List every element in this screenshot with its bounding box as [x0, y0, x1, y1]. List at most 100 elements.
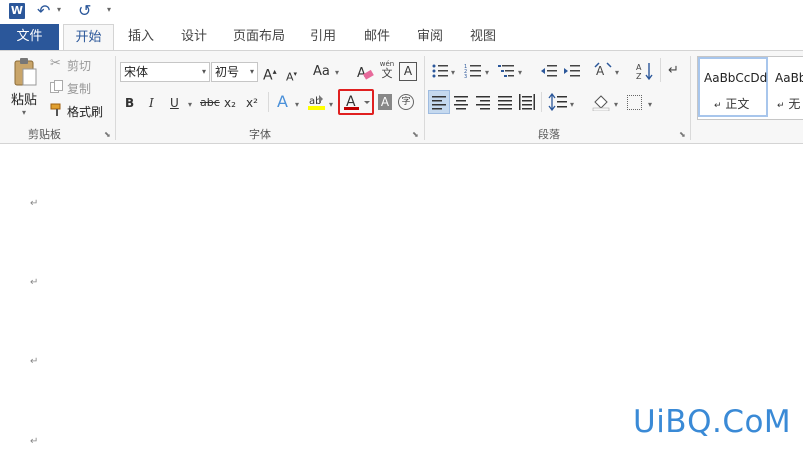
- tab-mailings[interactable]: 邮件: [356, 24, 398, 50]
- customize-qat-icon[interactable]: ▾: [107, 5, 111, 14]
- align-center-icon[interactable]: [453, 95, 469, 111]
- bullets-dropdown-icon[interactable]: ▾: [451, 68, 455, 77]
- bold-button[interactable]: B: [125, 94, 134, 112]
- svg-text:Z: Z: [636, 72, 642, 81]
- format-painter-button[interactable]: 格式刷: [67, 103, 103, 120]
- sort-icon[interactable]: AZ: [636, 61, 654, 81]
- justify-icon[interactable]: [497, 95, 513, 111]
- tab-design[interactable]: 设计: [173, 24, 215, 50]
- chevron-down-icon[interactable]: ▾: [250, 63, 254, 81]
- show-marks-icon[interactable]: ↵: [668, 63, 679, 78]
- numbering-dropdown-icon[interactable]: ▾: [485, 68, 489, 77]
- change-case-dropdown-icon[interactable]: ▾: [335, 68, 339, 77]
- chinese-layout-dropdown-icon[interactable]: ▾: [615, 68, 619, 77]
- tab-insert[interactable]: 插入: [120, 24, 162, 50]
- align-left-button[interactable]: [428, 90, 450, 114]
- svg-text:A: A: [636, 63, 642, 72]
- multilevel-dropdown-icon[interactable]: ▾: [518, 68, 522, 77]
- cut-icon[interactable]: ✂: [50, 56, 61, 71]
- distributed-icon[interactable]: [518, 93, 536, 111]
- chinese-layout-icon[interactable]: A: [594, 62, 614, 80]
- paragraph-mark: ↵: [30, 198, 39, 209]
- group-separator: [115, 56, 116, 140]
- tab-view[interactable]: 视图: [462, 24, 504, 50]
- line-spacing-icon[interactable]: [548, 92, 568, 112]
- tab-references[interactable]: 引用: [302, 24, 344, 50]
- clipboard-launcher-icon[interactable]: ⬊: [104, 130, 111, 139]
- shading-dropdown-icon[interactable]: ▾: [614, 100, 618, 109]
- numbering-icon[interactable]: 123: [464, 62, 482, 80]
- style-name: ↵ 无: [777, 97, 801, 111]
- font-color-button[interactable]: A: [338, 89, 374, 115]
- font-size-combo[interactable]: 初号 ▾: [211, 62, 258, 82]
- bullets-icon[interactable]: [431, 62, 449, 80]
- text-effects-dropdown-icon[interactable]: ▾: [295, 100, 299, 109]
- redo-icon[interactable]: ↺: [78, 1, 91, 21]
- underline-dropdown-icon[interactable]: ▾: [188, 100, 192, 109]
- borders-icon[interactable]: [627, 95, 642, 110]
- style-no-spacing[interactable]: AaBb ↵ 无: [771, 57, 803, 117]
- highlight-color-icon[interactable]: ab: [307, 92, 327, 112]
- separator: [660, 58, 661, 82]
- group-separator: [690, 56, 691, 140]
- svg-text:A: A: [596, 64, 605, 78]
- font-name-combo[interactable]: 宋体 ▾: [120, 62, 210, 82]
- shading-icon[interactable]: [592, 93, 612, 112]
- style-normal[interactable]: AaBbCcDd ↵ 正文: [698, 57, 768, 117]
- group-separator: [424, 56, 425, 140]
- style-name: ↵ 正文: [714, 97, 750, 111]
- phonetic-bottom: 文: [381, 67, 393, 80]
- paste-button[interactable]: 粘贴: [11, 89, 37, 108]
- copy-icon[interactable]: [50, 80, 63, 93]
- style-preview: AaBbCcDd: [704, 71, 768, 85]
- paste-dropdown-icon[interactable]: ▾: [22, 108, 26, 117]
- align-right-icon[interactable]: [475, 95, 491, 111]
- font-group-label: 字体: [249, 128, 271, 141]
- underline-button[interactable]: U: [170, 94, 179, 112]
- clear-formatting-icon[interactable]: A: [356, 63, 374, 81]
- character-border-button[interactable]: A: [399, 62, 417, 81]
- cut-button[interactable]: 剪切: [67, 57, 91, 74]
- font-name-value: 宋体: [124, 65, 149, 79]
- highlight-dropdown-icon[interactable]: ▾: [329, 100, 333, 109]
- change-case-button[interactable]: Aa: [313, 63, 330, 81]
- superscript-button[interactable]: x²: [246, 94, 258, 112]
- tab-home[interactable]: 开始: [63, 24, 114, 51]
- svg-text:3: 3: [464, 74, 467, 80]
- subscript-button[interactable]: x₂: [224, 94, 236, 112]
- undo-dropdown-icon[interactable]: ▾: [57, 5, 61, 14]
- strikethrough-button[interactable]: abc: [200, 94, 220, 112]
- clipboard-group-label: 剪贴板: [28, 128, 61, 141]
- tab-review[interactable]: 审阅: [409, 24, 451, 50]
- undo-icon[interactable]: ↶: [37, 1, 50, 21]
- decrease-indent-icon[interactable]: [540, 63, 558, 79]
- copy-button[interactable]: 复制: [67, 80, 91, 97]
- separator: [268, 92, 269, 112]
- title-bar: [0, 0, 803, 24]
- format-painter-icon[interactable]: [50, 103, 64, 117]
- paragraph-launcher-icon[interactable]: ⬊: [679, 130, 686, 139]
- font-launcher-icon[interactable]: ⬊: [412, 130, 419, 139]
- paragraph-mark: ↵: [30, 356, 39, 367]
- font-size-value: 初号: [215, 65, 240, 79]
- shrink-font-button[interactable]: A▾: [286, 65, 297, 87]
- paragraph-mark: ↵: [30, 436, 39, 447]
- phonetic-guide-button[interactable]: wén 文: [378, 59, 396, 79]
- word-app-icon[interactable]: W: [9, 3, 25, 19]
- separator: [541, 92, 542, 112]
- tab-file[interactable]: 文件: [0, 24, 59, 50]
- character-shading-button[interactable]: A: [378, 94, 392, 110]
- style-preview: AaBb: [775, 71, 803, 85]
- clipboard-icon[interactable]: [12, 57, 38, 87]
- paragraph-group-label: 段落: [538, 128, 560, 141]
- multilevel-list-icon[interactable]: [497, 62, 515, 80]
- text-effects-button[interactable]: A: [277, 93, 288, 111]
- line-spacing-dropdown-icon[interactable]: ▾: [570, 100, 574, 109]
- borders-dropdown-icon[interactable]: ▾: [648, 100, 652, 109]
- tab-page-layout[interactable]: 页面布局: [228, 24, 290, 50]
- chevron-down-icon[interactable]: ▾: [202, 63, 206, 81]
- grow-font-button[interactable]: A▴: [263, 63, 277, 85]
- enclose-characters-button[interactable]: 字: [398, 94, 414, 110]
- increase-indent-icon[interactable]: [563, 63, 581, 79]
- italic-button[interactable]: I: [149, 94, 154, 112]
